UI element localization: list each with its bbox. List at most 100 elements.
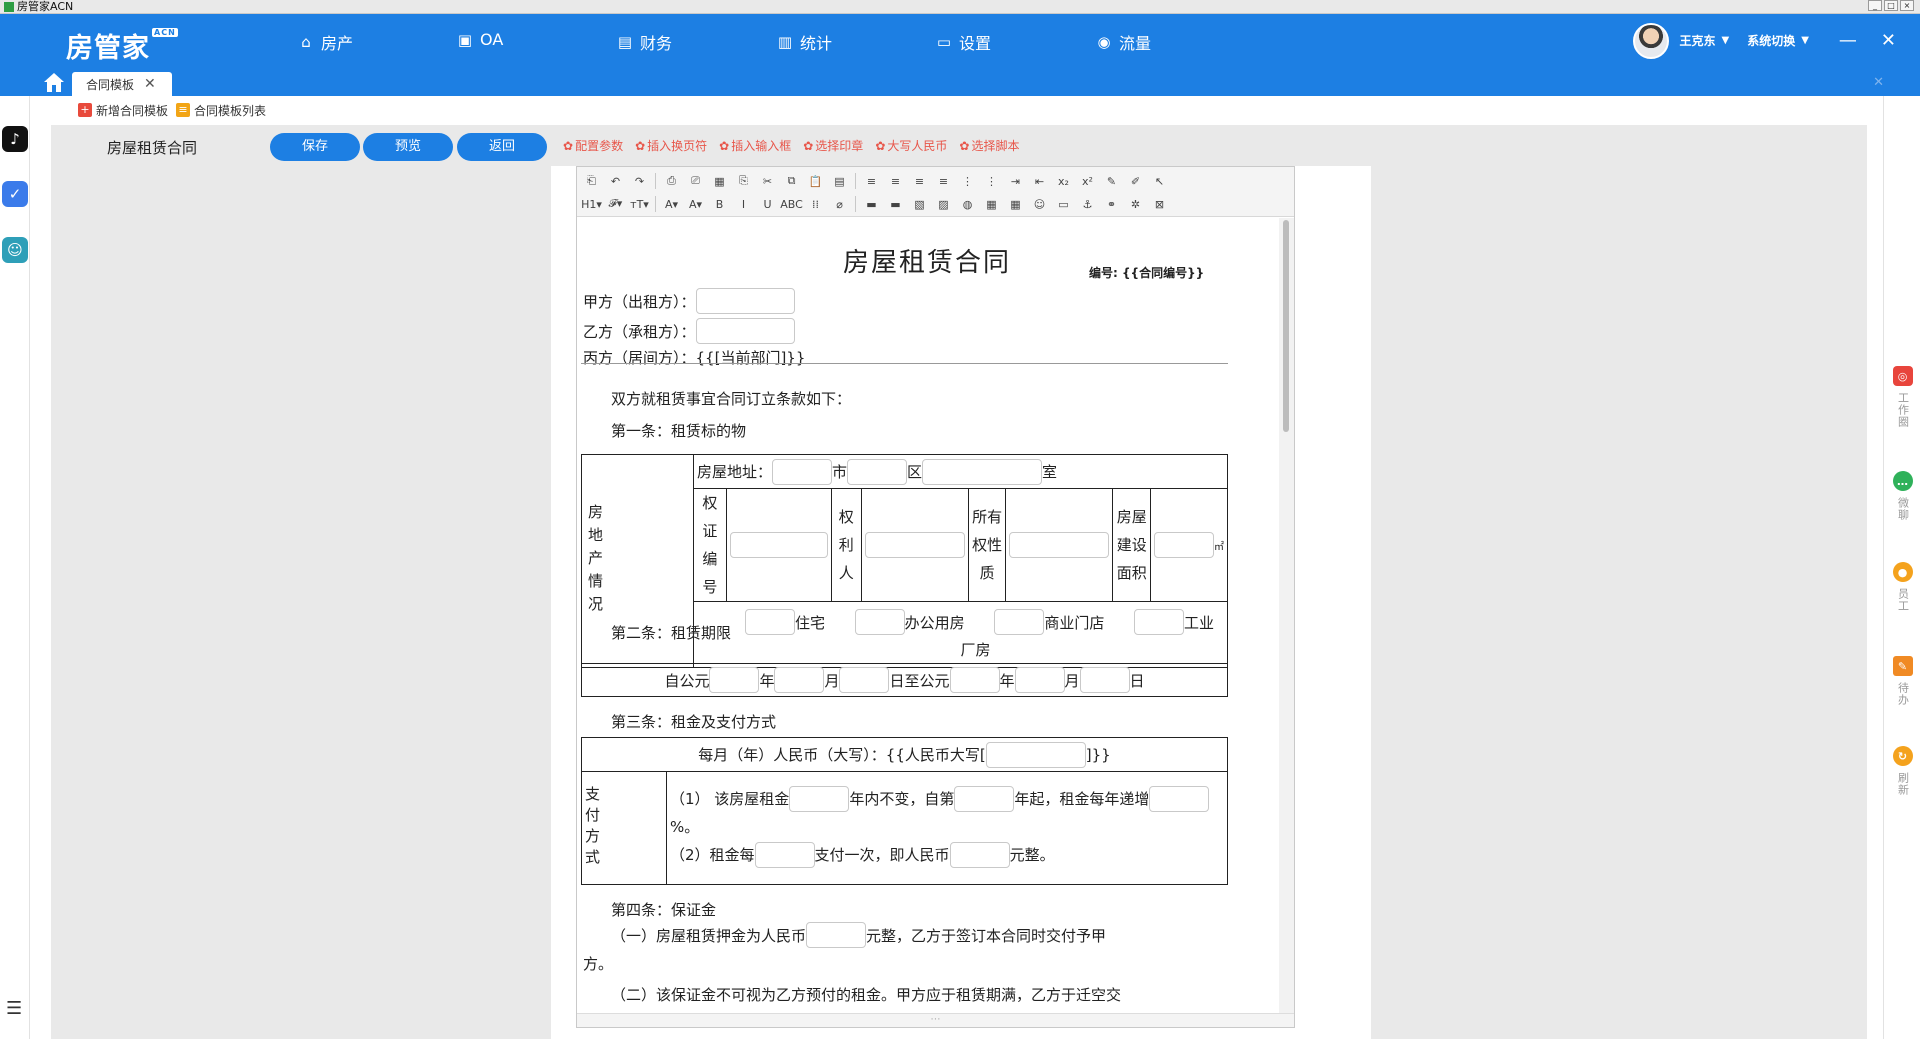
editor-toolbar-icon[interactable]: B — [711, 196, 728, 213]
editor-toolbar-icon[interactable]: U — [759, 196, 776, 213]
editor-content[interactable]: 房屋租赁合同 编号: {{合同编号}} 甲方（出租方）： 乙方（承租方）： 丙方… — [577, 218, 1277, 1013]
area-input[interactable] — [1154, 532, 1214, 558]
party-b-input[interactable] — [695, 318, 795, 344]
editor-toolbar-icon[interactable]: x² — [1079, 173, 1096, 190]
editor-toolbar-icon[interactable]: ⌀ — [831, 196, 848, 213]
cert-input[interactable] — [729, 532, 828, 558]
type-shop-input[interactable] — [994, 609, 1045, 635]
editor-toolbar-icon[interactable]: ↷ — [631, 173, 648, 190]
close-all-tabs-icon[interactable]: ✕ — [1873, 75, 1884, 90]
editor-toolbar-icon[interactable]: ☺ — [1031, 196, 1048, 213]
editor-resize-handle[interactable]: ⋯ — [577, 1013, 1294, 1027]
bird-app-icon[interactable]: ✓ — [2, 181, 28, 207]
editor-toolbar-icon[interactable]: 📋 — [807, 173, 824, 190]
start-month-input[interactable] — [774, 667, 825, 693]
nav-item-property[interactable]: ⌂ 房产 — [297, 30, 353, 54]
editor-toolbar-icon[interactable]: ▤ — [831, 173, 848, 190]
editor-toolbar-icon[interactable]: ABC — [780, 196, 803, 213]
rent-fixed-years-input[interactable] — [789, 786, 850, 812]
insert-input-link[interactable]: ✿ 插入输入框 — [719, 137, 791, 154]
end-year-input[interactable] — [949, 667, 1000, 693]
tab-close-icon[interactable]: ✕ — [144, 76, 156, 92]
nav-item-oa[interactable]: ▣ OA — [456, 30, 503, 49]
editor-toolbar-icon[interactable]: ✲ — [1127, 196, 1144, 213]
owner-input[interactable] — [864, 532, 965, 558]
avatar-app-icon[interactable]: ☺ — [2, 237, 28, 263]
preview-button[interactable]: 预览 — [363, 133, 453, 161]
right-dock-staff[interactable]: ● 员工 — [1884, 562, 1920, 612]
editor-toolbar-icon[interactable]: H1▾ — [581, 196, 602, 213]
editor-toolbar-icon[interactable]: тT▾ — [630, 196, 649, 213]
editor-toolbar-icon[interactable]: ⎘ — [735, 173, 752, 190]
user-name[interactable]: 王克东 — [1679, 32, 1715, 49]
editor-toolbar-icon[interactable]: ▦ — [1007, 196, 1024, 213]
editor-toolbar-icon[interactable]: ▭ — [1055, 196, 1072, 213]
editor-toolbar-icon[interactable]: ⧉ — [783, 173, 800, 190]
scrollbar-thumb[interactable] — [1283, 220, 1289, 432]
tiktok-icon[interactable]: ♪ — [2, 126, 28, 152]
right-dock-refresh[interactable]: ↻ 刷新 — [1884, 746, 1920, 796]
type-industrial-input[interactable] — [1133, 609, 1184, 635]
address-room-input[interactable] — [922, 458, 1043, 485]
editor-toolbar-icon[interactable]: ⎗ — [583, 173, 600, 190]
rent-increase-rate-input[interactable] — [1149, 786, 1210, 812]
template-list-link[interactable]: 合同模板列表 — [194, 102, 266, 119]
system-switch-button[interactable]: 系统切换 — [1747, 32, 1795, 49]
end-day-input[interactable] — [1079, 667, 1130, 693]
editor-toolbar-icon[interactable]: ≡ — [911, 173, 928, 190]
select-seal-link[interactable]: ✿ 选择印章 — [803, 137, 863, 154]
editor-toolbar-icon[interactable]: ⇤ — [1031, 173, 1048, 190]
add-template-link[interactable]: 新增合同模板 — [96, 102, 168, 119]
editor-toolbar-icon[interactable]: ↶ — [607, 173, 624, 190]
monthly-rent-input[interactable] — [985, 741, 1086, 768]
window-maximize-button[interactable]: □ — [1884, 0, 1898, 11]
close-button[interactable]: ✕ — [1881, 30, 1896, 51]
editor-toolbar-icon[interactable]: ≡ — [935, 173, 952, 190]
chevron-down-icon[interactable]: ▼ — [1721, 35, 1729, 46]
nav-item-traffic[interactable]: ◉ 流量 — [1095, 30, 1151, 54]
party-a-input[interactable] — [695, 288, 795, 314]
editor-toolbar-icon[interactable]: ⎙ — [663, 173, 680, 190]
minimize-button[interactable]: — — [1839, 30, 1857, 51]
editor-toolbar-icon[interactable]: ▦ — [711, 173, 728, 190]
editor-toolbar-icon[interactable]: ▬ — [863, 196, 880, 213]
editor-toolbar-icon[interactable]: ⇥ — [1007, 173, 1024, 190]
type-residential-input[interactable] — [745, 609, 795, 635]
editor-toolbar-icon[interactable]: ⚓ — [1079, 196, 1096, 213]
editor-toolbar-icon[interactable]: ≡ — [887, 173, 904, 190]
insert-pagebreak-link[interactable]: ✿ 插入换页符 — [635, 137, 707, 154]
deposit-amount-input[interactable] — [806, 922, 867, 948]
rent-increase-year-input[interactable] — [954, 786, 1015, 812]
editor-toolbar-icon[interactable]: ✐ — [1127, 173, 1144, 190]
right-dock-chat[interactable]: … 微聊 — [1884, 471, 1920, 521]
nav-item-finance[interactable]: ▤ 财务 — [616, 30, 672, 54]
editor-toolbar-icon[interactable]: ▧ — [911, 196, 928, 213]
editor-toolbar-icon[interactable]: ▦ — [983, 196, 1000, 213]
pay-amount-input[interactable] — [949, 842, 1010, 868]
right-dock-todo[interactable]: ✎ 待办 — [1884, 656, 1920, 706]
avatar[interactable] — [1633, 22, 1670, 59]
editor-toolbar-icon[interactable]: ↖ — [1151, 173, 1168, 190]
editor-toolbar-icon[interactable]: ⚭ — [1103, 196, 1120, 213]
editor-toolbar-icon[interactable]: ⁞⁞ — [807, 196, 824, 213]
editor-toolbar-icon[interactable]: ✎ — [1103, 173, 1120, 190]
editor-toolbar-icon[interactable]: A▾ — [663, 196, 680, 213]
back-button[interactable]: 返回 — [457, 133, 547, 161]
address-district-input[interactable] — [847, 458, 908, 485]
window-close-button[interactable]: × — [1900, 0, 1914, 11]
editor-scrollbar[interactable] — [1279, 218, 1294, 1013]
window-minimize-button[interactable]: _ — [1868, 0, 1882, 11]
editor-toolbar-icon[interactable]: ▨ — [935, 196, 952, 213]
save-button[interactable]: 保存 — [270, 133, 360, 161]
editor-toolbar-icon[interactable]: ⊠ — [1151, 196, 1168, 213]
uppercase-rmb-link[interactable]: ✿ 大写人民币 — [875, 137, 947, 154]
config-params-link[interactable]: ✿ 配置参数 — [563, 137, 623, 154]
nav-item-settings[interactable]: ▭ 设置 — [935, 30, 991, 54]
editor-toolbar-icon[interactable]: 𝓕▾ — [607, 196, 624, 213]
right-dock-work-circle[interactable]: ◎ 工作圈 — [1884, 366, 1920, 428]
editor-toolbar-icon[interactable]: x₂ — [1055, 173, 1072, 190]
editor-toolbar-icon[interactable]: ⎚ — [687, 173, 704, 190]
editor-toolbar-icon[interactable]: ▬ — [887, 196, 904, 213]
editor-toolbar-icon[interactable]: ✂ — [759, 173, 776, 190]
start-year-input[interactable] — [709, 667, 760, 693]
